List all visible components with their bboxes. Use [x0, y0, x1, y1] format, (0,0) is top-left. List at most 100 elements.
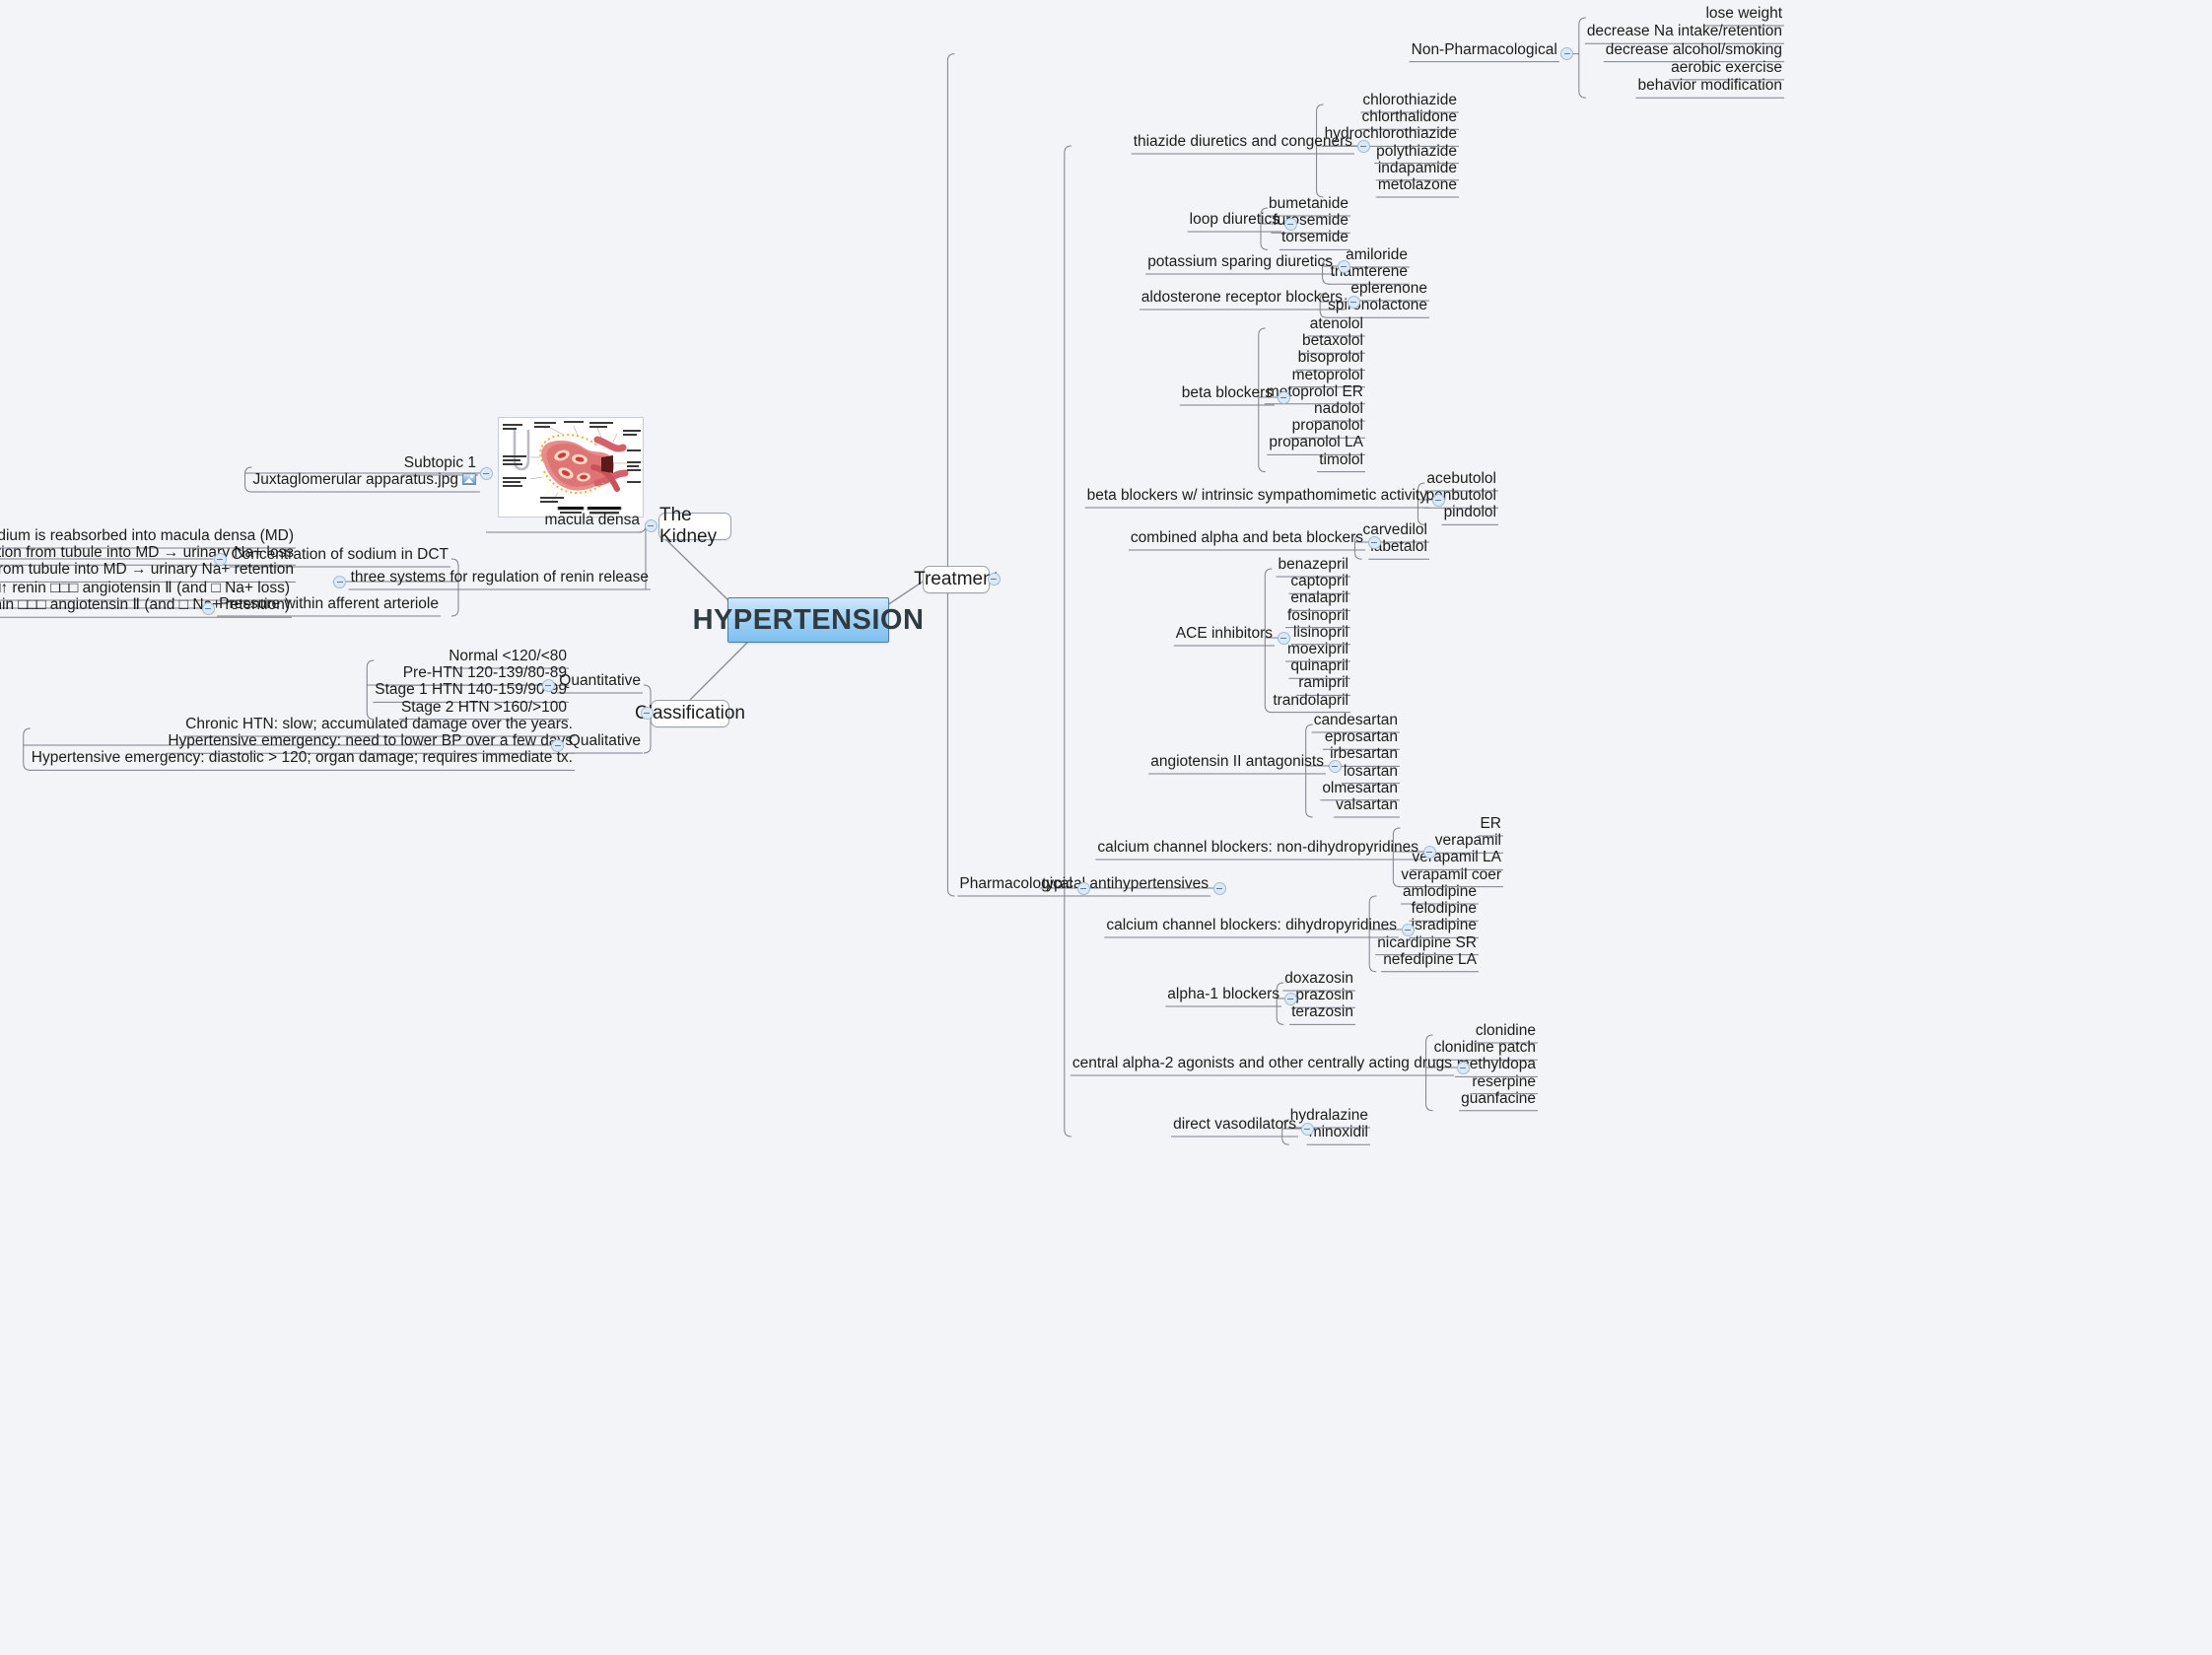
nonpharm-item-4-label: behavior modification — [1637, 77, 1782, 95]
pharmacological-node[interactable]: Pharmacological — [957, 876, 1074, 896]
nonpharm-item-3-label: aerobic exercise — [1671, 58, 1782, 76]
drug-13-1[interactable]: minoxidil — [1307, 1125, 1370, 1144]
drug-class-0-toggle-icon[interactable] — [1356, 139, 1370, 153]
quantitative-toggle-icon[interactable] — [541, 678, 555, 692]
drug-7-7-label: ramipril — [1298, 674, 1348, 692]
qualitative-node[interactable]: Qualitative — [567, 733, 643, 753]
drug-class-10-label: calcium channel blockers: dihydropyridin… — [1106, 916, 1397, 933]
drug-class-1-label: loop diuretics — [1189, 210, 1279, 228]
treatment-toggle-icon[interactable] — [987, 572, 1001, 586]
drug-class-5[interactable]: beta blockers w/ intrinsic sympathomimet… — [1085, 488, 1429, 508]
drug-class-11-toggle-icon[interactable] — [1283, 992, 1297, 1005]
drug-class-1[interactable]: loop diuretics — [1188, 212, 1281, 232]
drug-8-4-label: olmesartan — [1322, 779, 1398, 796]
branch-kidney-label: The Kidney — [659, 505, 718, 547]
drug-7-1-label: captopril — [1290, 573, 1348, 590]
drug-class-10[interactable]: calcium channel blockers: dihydropyridin… — [1104, 918, 1399, 937]
drug-class-3-toggle-icon[interactable] — [1347, 295, 1360, 309]
drug-class-6-toggle-icon[interactable] — [1367, 535, 1381, 549]
renin-system-0[interactable]: Concentration of sodium in DCT — [229, 547, 450, 567]
drug-1-2[interactable]: torsemide — [1279, 230, 1350, 249]
pharmacological-toggle-icon[interactable] — [1076, 881, 1090, 895]
drug-8-5[interactable]: valsartan — [1334, 797, 1400, 817]
drug-class-7[interactable]: ACE inhibitors — [1174, 626, 1275, 646]
nonpharmacological-node[interactable]: Non-Pharmacological — [1410, 41, 1559, 62]
quantitative-node-label: Quantitative — [559, 671, 641, 689]
image-attachment-icon[interactable] — [462, 472, 476, 485]
renin-item-1-0-label: ↑ BP □□↑ renin □□□ angiotensin Ⅱ (and □ … — [0, 579, 290, 596]
drug-7-8[interactable]: trandolapril — [1271, 692, 1350, 713]
drug-class-7-toggle-icon[interactable] — [1277, 631, 1290, 645]
macula-densa-node[interactable]: macula densa — [542, 513, 642, 532]
renin-release-node[interactable]: three systems for regulation of renin re… — [349, 570, 651, 589]
subtopic-group-toggle-icon[interactable] — [479, 466, 493, 480]
drug-class-1-toggle-icon[interactable] — [1283, 217, 1297, 231]
juxtaglomerular-apparatus-image — [498, 417, 644, 517]
drug-7-6-label: quinapril — [1290, 657, 1348, 675]
renin-system-1[interactable]: Pressure within afferent arteriole — [217, 596, 441, 616]
drug-class-12[interactable]: central alpha-2 agonists and other centr… — [1071, 1056, 1454, 1075]
drug-class-3[interactable]: aldosterone receptor blockers — [1140, 290, 1345, 310]
root-node[interactable]: HYPERTENSION — [693, 597, 924, 643]
drug-class-11[interactable]: alpha-1 blockers — [1165, 987, 1281, 1006]
drug-8-1-label: eprosartan — [1324, 728, 1398, 746]
renin-system-1-toggle-icon[interactable] — [201, 601, 215, 615]
drug-class-8[interactable]: angiotensin II antagonists — [1148, 754, 1326, 774]
kidney-toggle-icon[interactable] — [644, 518, 657, 532]
drug-5-2[interactable]: pindolol — [1442, 505, 1498, 524]
drug-12-4[interactable]: guanfacine — [1459, 1091, 1538, 1111]
drug-class-4[interactable]: beta blockers — [1180, 385, 1275, 405]
drug-12-1-label: clonidine patch — [1433, 1039, 1536, 1057]
drug-8-3-label: losartan — [1343, 762, 1398, 780]
branch-kidney[interactable]: The Kidney — [658, 505, 731, 547]
macula-densa-node-label: macula densa — [544, 511, 640, 528]
root-label: HYPERTENSION — [692, 603, 925, 636]
drug-class-13[interactable]: direct vasodilators — [1171, 1117, 1298, 1137]
drug-0-4-label: indapamide — [1377, 159, 1457, 176]
drug-class-4-toggle-icon[interactable] — [1277, 390, 1290, 404]
nonpharmacological-toggle-icon[interactable] — [1560, 47, 1574, 61]
drug-class-9[interactable]: calcium channel blockers: non-dihydropyr… — [1095, 840, 1420, 860]
classification-toggle-icon[interactable] — [640, 706, 654, 720]
drug-class-0[interactable]: thiazide diuretics and congeners — [1132, 134, 1354, 154]
drug-10-4-label: nefedipine LA — [1383, 950, 1477, 968]
nonpharm-item-1[interactable]: decrease Na intake/retention — [1585, 24, 1784, 43]
drug-4-0-label: atenolol — [1309, 314, 1363, 332]
drug-0-3-label: polythiazide — [1376, 142, 1457, 160]
drug-9-3-label: verapamil coer — [1401, 865, 1501, 883]
drug-2-0-label: amiloride — [1346, 245, 1408, 263]
drug-0-1-label: chlorthalidone — [1361, 108, 1457, 126]
renin-release-toggle-icon[interactable] — [333, 575, 347, 588]
drug-11-2[interactable]: terazosin — [1289, 1004, 1355, 1024]
drug-10-4[interactable]: nefedipine LA — [1381, 952, 1479, 972]
drug-0-5[interactable]: metolazone — [1376, 177, 1459, 197]
attachment-node[interactable]: Juxtaglomerular apparatus.jpg — [250, 472, 478, 492]
branch-treatment[interactable]: Treatment — [914, 566, 999, 593]
qualitative-item-2[interactable]: Hypertensive emergency: diastolic > 120;… — [30, 750, 575, 770]
drug-8-2-label: irbesartan — [1330, 745, 1398, 763]
drug-class-10-toggle-icon[interactable] — [1401, 923, 1415, 936]
drug-class-2[interactable]: potassium sparing diuretics — [1145, 254, 1335, 274]
quantitative-item-1-label: Pre-HTN 120-139/80-89 — [402, 664, 567, 682]
drug-class-9-toggle-icon[interactable] — [1422, 845, 1436, 859]
drug-class-8-label: angiotensin II antagonists — [1150, 752, 1324, 770]
drug-class-5-label: beta blockers w/ intrinsic sympathomimet… — [1086, 486, 1427, 504]
drug-4-8-label: timolol — [1319, 450, 1363, 468]
drug-class-2-toggle-icon[interactable] — [1337, 259, 1350, 273]
drug-4-6-label: propanolol — [1291, 417, 1363, 435]
renin-system-0-toggle-icon[interactable] — [213, 552, 227, 566]
nonpharm-item-4[interactable]: behavior modification — [1636, 78, 1784, 98]
drug-class-6[interactable]: combined alpha and beta blockers — [1129, 530, 1365, 550]
drug-class-12-toggle-icon[interactable] — [1456, 1061, 1470, 1074]
drug-class-8-toggle-icon[interactable] — [1328, 759, 1342, 773]
drug-4-3-label: metoprolol — [1291, 366, 1363, 383]
quantitative-node[interactable]: Quantitative — [557, 673, 643, 693]
drug-4-8[interactable]: timolol — [1317, 450, 1365, 472]
drug-4-1-label: betaxolol — [1301, 332, 1363, 350]
drug-class-13-toggle-icon[interactable] — [1300, 1122, 1314, 1136]
drug-class-5-toggle-icon[interactable] — [1431, 493, 1445, 507]
branch-classification[interactable]: Classification — [635, 700, 745, 727]
drug-class-7-label: ACE inhibitors — [1175, 624, 1273, 642]
qualitative-toggle-icon[interactable] — [551, 738, 565, 752]
typical-antihypertensives-toggle-icon[interactable] — [1212, 881, 1226, 895]
